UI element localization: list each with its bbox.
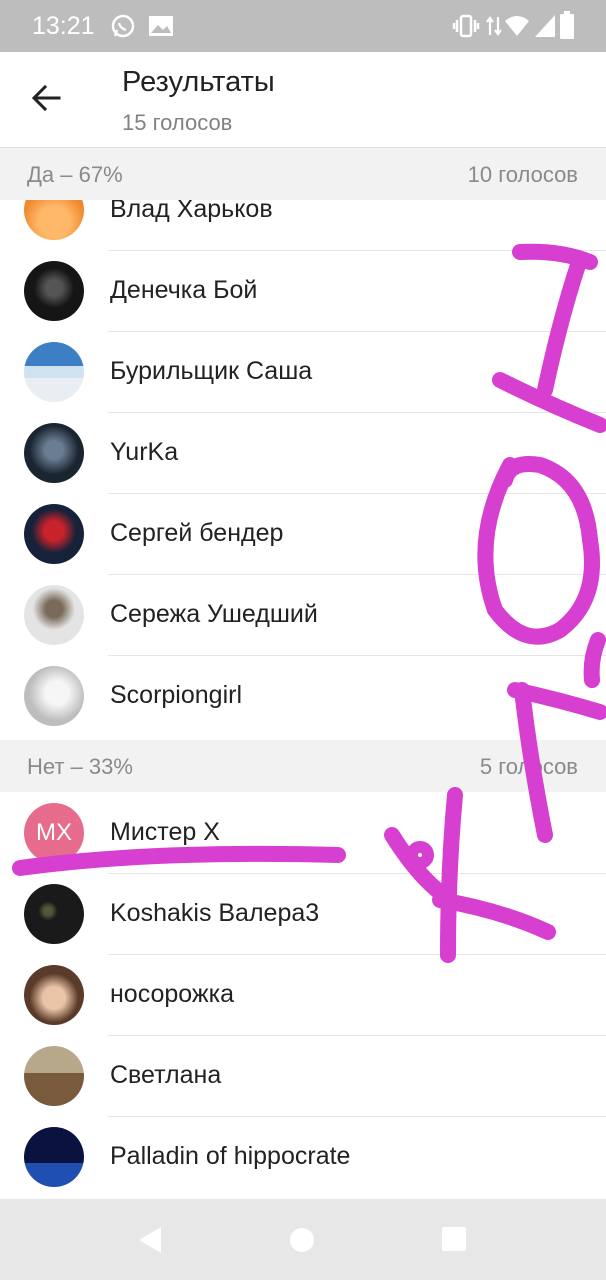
section-vote-count: 5 голосов <box>479 754 578 779</box>
voter-row[interactable]: Palladin of hippocrate <box>0 1117 606 1198</box>
voter-row[interactable]: Денечка Бой <box>0 251 606 332</box>
avatar <box>24 965 84 1025</box>
voter-name: Денечка Бой <box>110 276 258 304</box>
arrow-left-icon <box>31 83 61 118</box>
section-vote-count: 10 голосов <box>467 162 578 187</box>
page-subtitle: 15 голосов <box>122 110 233 135</box>
wifi-icon <box>504 15 530 42</box>
section-header-yes: Да – 67% 10 голосов <box>0 148 606 200</box>
voter-name: Сергей бендер <box>110 519 284 547</box>
avatar <box>24 884 84 944</box>
voter-name: Светлана <box>110 1061 222 1089</box>
back-button[interactable] <box>18 74 74 126</box>
voter-row[interactable]: Бурильщик Саша <box>0 332 606 413</box>
avatar-initials: MX <box>24 803 84 863</box>
voter-name: YurKa <box>110 438 179 466</box>
page-title: Результаты <box>122 66 275 98</box>
battery-icon <box>560 11 574 44</box>
status-bar: 13:21 <box>0 0 606 52</box>
section-label: Да – 67% <box>27 162 123 187</box>
voter-name: Бурильщик Саша <box>110 357 313 385</box>
avatar <box>24 1046 84 1106</box>
avatar <box>24 585 84 645</box>
whatsapp-icon <box>110 13 136 44</box>
section-header-no: Нет – 33% 5 голосов <box>0 740 606 792</box>
voter-row[interactable]: Сергей бендер <box>0 494 606 575</box>
voter-name: Сережа Ушедший <box>110 600 318 628</box>
navigation-bar <box>0 1199 606 1280</box>
status-time: 13:21 <box>32 12 95 40</box>
app-bar: Результаты 15 голосов <box>0 52 606 148</box>
avatar <box>24 200 84 240</box>
avatar <box>24 423 84 483</box>
avatar <box>24 504 84 564</box>
avatar <box>24 261 84 321</box>
voter-name: Palladin of hippocrate <box>110 1142 351 1170</box>
voter-list-no: MX Мистер X Koshakis Валера3 носорожка С… <box>0 793 606 1199</box>
voter-list-yes: Влад Харьков Денечка Бой Бурильщик Саша … <box>0 200 606 740</box>
section-label: Нет – 33% <box>27 754 133 779</box>
voter-name: носорожка <box>110 980 235 1008</box>
voter-row[interactable]: Влад Харьков <box>0 200 606 251</box>
avatar <box>24 666 84 726</box>
gallery-icon <box>148 15 174 42</box>
voter-row[interactable]: Светлана <box>0 1036 606 1117</box>
avatar <box>24 1127 84 1187</box>
voter-name: Scorpiongirl <box>110 681 243 709</box>
data-arrows-icon <box>486 15 502 42</box>
voter-row[interactable]: MX Мистер X <box>0 793 606 874</box>
voter-name: Мистер X <box>110 818 220 846</box>
voter-row[interactable]: Koshakis Валера3 <box>0 874 606 955</box>
nav-back-icon[interactable] <box>137 1225 163 1260</box>
vibrate-icon <box>452 14 480 43</box>
voter-name: Влад Харьков <box>110 200 273 223</box>
nav-recents-icon[interactable] <box>441 1226 467 1257</box>
voter-row[interactable]: носорожка <box>0 955 606 1036</box>
avatar <box>24 342 84 402</box>
voter-row[interactable]: YurKa <box>0 413 606 494</box>
voter-row[interactable]: Scorpiongirl <box>0 656 606 737</box>
signal-icon <box>534 14 556 43</box>
voter-name: Koshakis Валера3 <box>110 899 320 927</box>
nav-home-icon[interactable] <box>289 1227 315 1258</box>
voter-row[interactable]: Сережа Ушедший <box>0 575 606 656</box>
